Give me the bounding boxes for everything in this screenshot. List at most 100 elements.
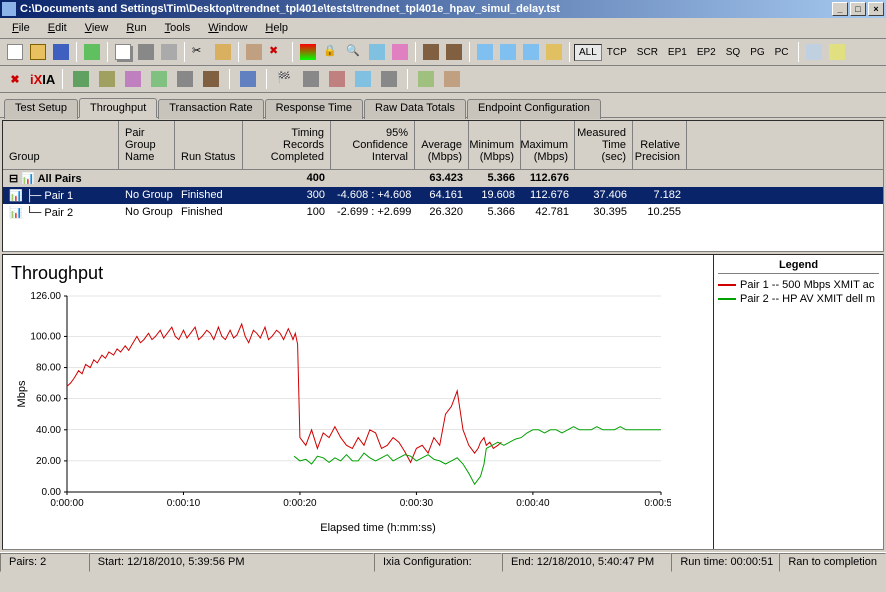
- col-header[interactable]: Minimum (Mbps): [469, 121, 521, 169]
- tab-raw-data-totals[interactable]: Raw Data Totals: [364, 99, 466, 119]
- chart-svg[interactable]: 0.0020.0040.0060.0080.00100.00126.000:00…: [11, 288, 671, 520]
- run-icon[interactable]: [81, 41, 103, 63]
- summary-cell: 400: [243, 170, 331, 187]
- menu-file[interactable]: File: [4, 20, 38, 36]
- cell: 37.406: [575, 187, 633, 204]
- tb2-d-icon[interactable]: [148, 68, 170, 90]
- col-header[interactable]: Maximum (Mbps): [521, 121, 575, 169]
- tab-test-setup[interactable]: Test Setup: [4, 99, 78, 119]
- tb2-e-icon[interactable]: [174, 68, 196, 90]
- filter-ep2[interactable]: EP2: [692, 44, 721, 61]
- minimize-button[interactable]: _: [832, 2, 848, 16]
- svg-text:0:00:40: 0:00:40: [516, 498, 550, 509]
- cell: 📊 └─ Pair 2: [3, 204, 119, 221]
- filter-tcp[interactable]: TCP: [602, 44, 632, 61]
- cert-icon[interactable]: [543, 41, 565, 63]
- summary-cell: [331, 170, 415, 187]
- paste-icon[interactable]: [212, 41, 234, 63]
- window-title: C:\Documents and Settings\Tim\Desktop\tr…: [20, 3, 832, 15]
- tb2-h-icon[interactable]: [300, 68, 322, 90]
- print-icon[interactable]: [135, 41, 157, 63]
- cell: 64.161: [415, 187, 469, 204]
- tb2-f-icon[interactable]: [200, 68, 222, 90]
- magnify-icon[interactable]: 🔍: [343, 41, 365, 63]
- menu-run[interactable]: Run: [118, 20, 154, 36]
- close-button[interactable]: ×: [868, 2, 884, 16]
- menu-edit[interactable]: Edit: [40, 20, 75, 36]
- col-header[interactable]: Timing Records Completed: [243, 121, 331, 169]
- ep2-icon[interactable]: [443, 41, 465, 63]
- table-row[interactable]: 📊 ├─ Pair 1No GroupFinished300-4.608 : +…: [3, 187, 883, 204]
- filter-all[interactable]: ALL: [574, 44, 602, 61]
- config2-icon[interactable]: [389, 41, 411, 63]
- menu-view[interactable]: View: [77, 20, 117, 36]
- table-row[interactable]: 📊 └─ Pair 2No GroupFinished100-2.699 : +…: [3, 204, 883, 221]
- tb2-g-icon[interactable]: [237, 68, 259, 90]
- copy-icon[interactable]: [112, 41, 134, 63]
- ep1-icon[interactable]: [420, 41, 442, 63]
- col-header[interactable]: 95% Confidence Interval: [331, 121, 415, 169]
- legend-item[interactable]: Pair 1 -- 500 Mbps XMIT ac: [718, 278, 879, 292]
- menu-help[interactable]: Help: [257, 20, 296, 36]
- status-start: Start: 12/18/2010, 5:39:56 PM: [89, 553, 374, 572]
- config1-icon[interactable]: [366, 41, 388, 63]
- chart-icon[interactable]: [297, 41, 319, 63]
- tb2-c-icon[interactable]: [122, 68, 144, 90]
- close-doc-icon[interactable]: ✖: [4, 68, 26, 90]
- col-header[interactable]: Measured Time (sec): [575, 121, 633, 169]
- tb2-k-icon[interactable]: [378, 68, 400, 90]
- net1-icon[interactable]: [474, 41, 496, 63]
- filter-ep1[interactable]: EP1: [663, 44, 692, 61]
- menu-window[interactable]: Window: [200, 20, 255, 36]
- new-icon[interactable]: [4, 41, 26, 63]
- tb2-a-icon[interactable]: [70, 68, 92, 90]
- cell: Finished: [175, 187, 243, 204]
- delete-icon[interactable]: ✖: [266, 41, 288, 63]
- tab-throughput[interactable]: Throughput: [79, 98, 157, 118]
- tab-strip: Test SetupThroughputTransaction RateResp…: [0, 93, 886, 118]
- app-icon: [2, 2, 16, 16]
- tool1-icon[interactable]: [243, 41, 265, 63]
- filter-pc[interactable]: PC: [770, 44, 794, 61]
- svg-text:0:00:30: 0:00:30: [400, 498, 434, 509]
- menu-tools[interactable]: Tools: [157, 20, 199, 36]
- col-header[interactable]: Run Status: [175, 121, 243, 169]
- summary-cell: [633, 170, 687, 187]
- statusbar: Pairs: 2 Start: 12/18/2010, 5:39:56 PM I…: [0, 552, 886, 572]
- filter-pg[interactable]: PG: [745, 44, 769, 61]
- svg-text:20.00: 20.00: [36, 456, 61, 467]
- tb2-flag-icon[interactable]: 🏁: [274, 68, 296, 90]
- col-header[interactable]: Group: [3, 121, 119, 169]
- cell: 26.320: [415, 204, 469, 221]
- lock-icon[interactable]: 🔒: [320, 41, 342, 63]
- tab-response-time[interactable]: Response Time: [265, 99, 363, 119]
- net3-icon[interactable]: [520, 41, 542, 63]
- net2-icon[interactable]: [497, 41, 519, 63]
- summary-cell: 63.423: [415, 170, 469, 187]
- col-header[interactable]: Relative Precision: [633, 121, 687, 169]
- tb2-j-icon[interactable]: [352, 68, 374, 90]
- help-toolbar-icon[interactable]: [826, 41, 848, 63]
- cell: 42.781: [521, 204, 575, 221]
- summary-row[interactable]: ⊟ 📊 All Pairs40063.4235.366112.676: [3, 170, 883, 187]
- col-header[interactable]: Average (Mbps): [415, 121, 469, 169]
- tab-endpoint-configuration[interactable]: Endpoint Configuration: [467, 99, 601, 119]
- tb2-m-icon[interactable]: [441, 68, 463, 90]
- window-icon[interactable]: [803, 41, 825, 63]
- cut-icon[interactable]: ✂: [189, 41, 211, 63]
- save-icon[interactable]: [50, 41, 72, 63]
- tb2-b-icon[interactable]: [96, 68, 118, 90]
- tb2-i-icon[interactable]: [326, 68, 348, 90]
- col-header[interactable]: Pair Group Name: [119, 121, 175, 169]
- filter-scr[interactable]: SCR: [632, 44, 663, 61]
- tb2-l-icon[interactable]: [415, 68, 437, 90]
- filter-sq[interactable]: SQ: [721, 44, 745, 61]
- legend-item[interactable]: Pair 2 -- HP AV XMIT dell m: [718, 292, 879, 306]
- open-icon[interactable]: [27, 41, 49, 63]
- summary-cell: [175, 170, 243, 187]
- summary-cell: 5.366: [469, 170, 521, 187]
- tab-transaction-rate[interactable]: Transaction Rate: [158, 99, 263, 119]
- cell: 30.395: [575, 204, 633, 221]
- print-preview-icon[interactable]: [158, 41, 180, 63]
- maximize-button[interactable]: □: [850, 2, 866, 16]
